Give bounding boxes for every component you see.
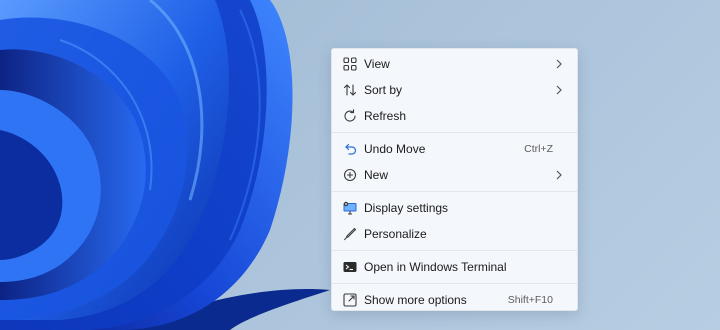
grid-view-icon bbox=[342, 56, 358, 72]
menu-item-label: Sort by bbox=[364, 83, 403, 97]
menu-divider bbox=[332, 132, 577, 133]
menu-item-label: Refresh bbox=[364, 109, 407, 123]
menu-item-label: New bbox=[364, 168, 389, 182]
chevron-right-icon bbox=[555, 59, 563, 69]
sort-arrows-icon bbox=[342, 82, 358, 98]
desktop[interactable]: View Sort by Refresh Undo Move Ctrl+Z Ne… bbox=[0, 0, 720, 330]
desktop-context-menu: View Sort by Refresh Undo Move Ctrl+Z Ne… bbox=[331, 48, 578, 311]
menu-item-personalize[interactable]: Personalize bbox=[336, 221, 573, 247]
chevron-right-icon bbox=[555, 170, 563, 180]
keyboard-shortcut: Shift+F10 bbox=[507, 294, 553, 306]
menu-item-label: Open in Windows Terminal bbox=[364, 260, 507, 274]
menu-item-label: Undo Move bbox=[364, 142, 426, 156]
menu-divider bbox=[332, 283, 577, 284]
menu-item-undo-move[interactable]: Undo Move Ctrl+Z bbox=[336, 136, 573, 162]
menu-item-label: Show more options bbox=[364, 293, 467, 307]
terminal-icon bbox=[342, 259, 358, 275]
pen-brush-icon bbox=[342, 226, 358, 242]
menu-item-open-terminal[interactable]: Open in Windows Terminal bbox=[336, 254, 573, 280]
keyboard-shortcut: Ctrl+Z bbox=[524, 143, 553, 155]
chevron-right-icon bbox=[555, 85, 563, 95]
menu-divider bbox=[332, 191, 577, 192]
menu-item-label: Display settings bbox=[364, 201, 449, 215]
menu-item-label: View bbox=[364, 57, 390, 71]
menu-item-display-settings[interactable]: Display settings bbox=[336, 195, 573, 221]
menu-item-show-more-options[interactable]: Show more options Shift+F10 bbox=[336, 287, 573, 313]
menu-item-new[interactable]: New bbox=[336, 162, 573, 188]
menu-item-sort-by[interactable]: Sort by bbox=[336, 77, 573, 103]
display-monitor-icon bbox=[342, 200, 358, 216]
refresh-icon bbox=[342, 108, 358, 124]
menu-divider bbox=[332, 250, 577, 251]
menu-item-refresh[interactable]: Refresh bbox=[336, 103, 573, 129]
plus-circle-icon bbox=[342, 167, 358, 183]
more-options-icon bbox=[342, 292, 358, 308]
menu-item-view[interactable]: View bbox=[336, 51, 573, 77]
menu-item-label: Personalize bbox=[364, 227, 427, 241]
undo-icon bbox=[342, 141, 358, 157]
